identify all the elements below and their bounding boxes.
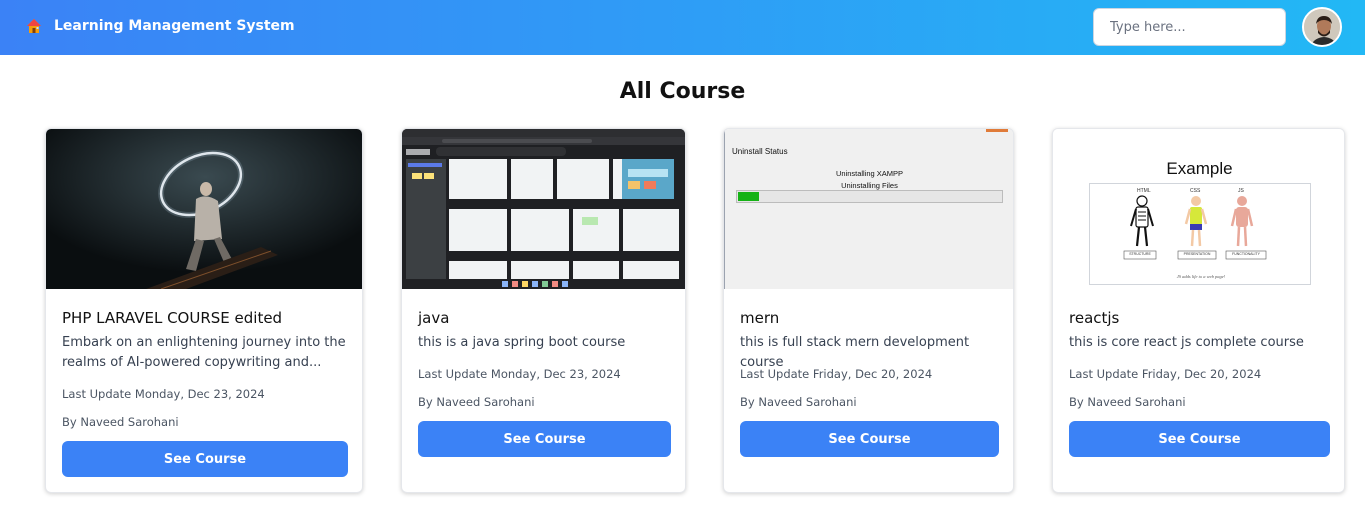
thumb-window-title: Uninstall Status bbox=[732, 147, 788, 156]
course-description: this is core react js complete course bbox=[1069, 335, 1304, 350]
course-title: mern bbox=[740, 309, 780, 327]
thumb-progress-fill bbox=[738, 192, 759, 201]
course-last-update: Last Update Friday, Dec 20, 2024 bbox=[1069, 367, 1262, 381]
course-thumbnail: Example HTML CSS JS STRUCTURE PRESENTATI… bbox=[1053, 129, 1344, 289]
course-thumbnail bbox=[402, 129, 685, 289]
thumb-caption: JS adds life to a web page! bbox=[1176, 274, 1226, 279]
course-title: java bbox=[418, 309, 450, 327]
course-last-update: Last Update Monday, Dec 23, 2024 bbox=[418, 367, 621, 381]
brand[interactable]: Learning Management System bbox=[26, 18, 295, 34]
thumb-line-1: Uninstalling XAMPP bbox=[835, 169, 904, 178]
course-card: PHP LARAVEL COURSE edited Embark on an e… bbox=[45, 128, 363, 493]
see-course-button[interactable]: See Course bbox=[62, 441, 348, 477]
course-card: java this is a java spring boot course L… bbox=[401, 128, 686, 493]
course-last-update: Last Update Friday, Dec 20, 2024 bbox=[740, 367, 933, 381]
course-card: Example HTML CSS JS STRUCTURE PRESENTATI… bbox=[1052, 128, 1345, 493]
top-navbar: Learning Management System bbox=[0, 0, 1365, 55]
course-thumbnail bbox=[46, 129, 362, 289]
thumb-figures bbox=[1123, 195, 1267, 260]
thumb-diagram: HTML CSS JS STRUCTURE PRESENTATION FUNCT… bbox=[1089, 183, 1311, 285]
avatar[interactable] bbox=[1302, 7, 1342, 47]
thumb-box-label: STRUCTURE bbox=[1129, 252, 1151, 256]
avatar-image bbox=[1304, 9, 1340, 45]
search-input[interactable] bbox=[1093, 8, 1286, 46]
course-thumbnail: Uninstall Status Uninstalling XAMPP Unin… bbox=[724, 129, 1013, 289]
app-title: Learning Management System bbox=[54, 18, 295, 34]
see-course-button[interactable]: See Course bbox=[740, 421, 999, 457]
thumb-line-2: Uninstalling Files bbox=[841, 181, 898, 190]
course-title: reactjs bbox=[1069, 309, 1120, 327]
course-author: By Naveed Sarohani bbox=[1069, 395, 1186, 409]
course-title: PHP LARAVEL COURSE edited bbox=[62, 309, 283, 327]
thumb-progress-track bbox=[736, 190, 1003, 203]
thumb-box-label: PRESENTATION bbox=[1183, 252, 1211, 256]
course-author: By Naveed Sarohani bbox=[418, 395, 535, 409]
course-description: Embark on an enlightening journey into t… bbox=[62, 335, 346, 370]
course-card: Uninstall Status Uninstalling XAMPP Unin… bbox=[723, 128, 1014, 493]
thumb-box-label: FUNCTIONALITY bbox=[1232, 252, 1260, 256]
course-description: this is a java spring boot course bbox=[418, 335, 626, 350]
thumb-heading: Example bbox=[1166, 159, 1233, 178]
house-icon bbox=[27, 19, 41, 33]
page-title: All Course bbox=[619, 79, 746, 104]
course-last-update: Last Update Monday, Dec 23, 2024 bbox=[62, 387, 265, 401]
course-author: By Naveed Sarohani bbox=[740, 395, 857, 409]
see-course-button[interactable]: See Course bbox=[418, 421, 671, 457]
course-author: By Naveed Sarohani bbox=[62, 415, 179, 429]
see-course-button[interactable]: See Course bbox=[1069, 421, 1330, 457]
